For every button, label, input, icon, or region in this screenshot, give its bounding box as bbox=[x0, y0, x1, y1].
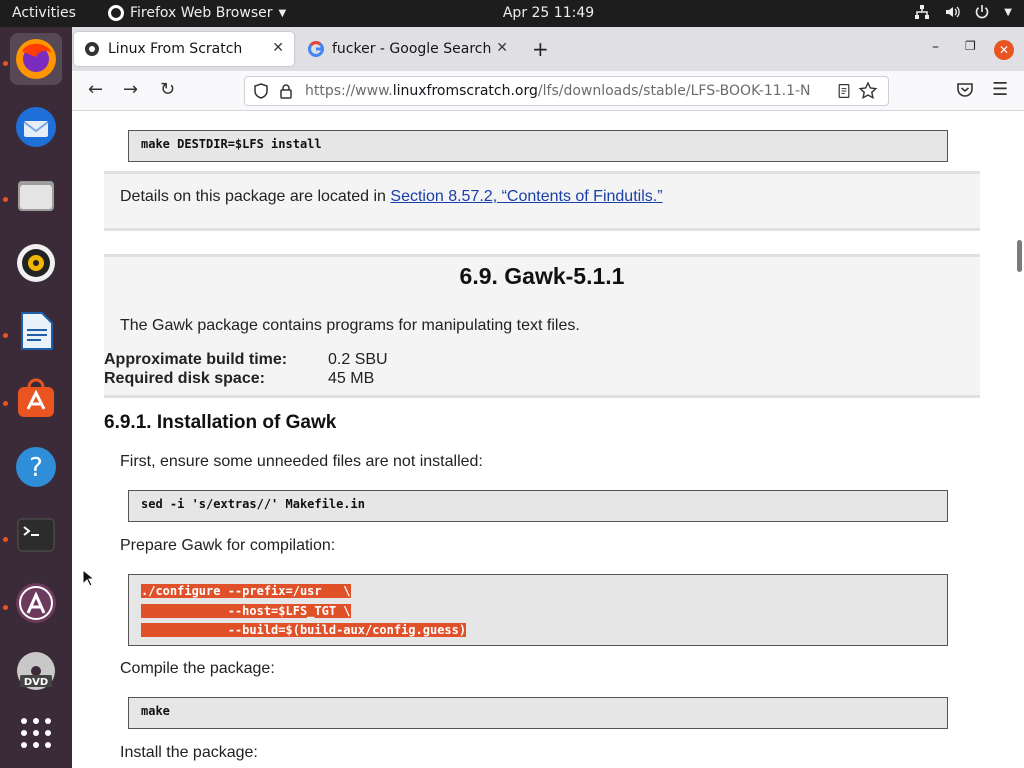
volume-icon bbox=[946, 6, 961, 18]
app-installer-icon bbox=[16, 583, 56, 623]
step-install: Install the package: bbox=[120, 744, 258, 761]
url-scheme: https://www. bbox=[305, 83, 393, 99]
svg-text:?: ? bbox=[29, 453, 43, 483]
files-icon bbox=[18, 181, 54, 211]
code-block-install: make DESTDIR=$LFS install bbox=[128, 130, 948, 162]
running-indicator bbox=[3, 401, 8, 406]
build-time-value: 0.2 SBU bbox=[328, 351, 388, 368]
back-button[interactable]: ← bbox=[88, 79, 103, 100]
running-indicator bbox=[3, 61, 8, 66]
maximize-button[interactable]: ❐ bbox=[965, 39, 976, 53]
dock-dvd[interactable]: DVD bbox=[10, 645, 62, 697]
menu-icon[interactable]: ☰ bbox=[992, 79, 1008, 100]
top-bar: Activities Firefox Web Browser ▼ Apr 25 … bbox=[0, 0, 1024, 27]
new-tab-button[interactable]: + bbox=[532, 37, 549, 61]
dock-software[interactable] bbox=[10, 373, 62, 425]
code-line: --build=$(build-aux/config.guess) bbox=[141, 623, 467, 637]
package-intro: The Gawk package contains programs for m… bbox=[120, 317, 580, 334]
dock: ? DVD bbox=[0, 27, 72, 768]
dock-app-installer[interactable] bbox=[10, 577, 62, 629]
close-icon[interactable]: ✕ bbox=[272, 40, 284, 56]
thunderbird-icon bbox=[16, 107, 56, 147]
close-icon[interactable]: ✕ bbox=[496, 40, 508, 56]
package-info-box: 6.9. Gawk-5.1.1 The Gawk package contain… bbox=[104, 254, 980, 398]
dock-rhythmbox[interactable] bbox=[10, 237, 62, 289]
code-text: make bbox=[141, 704, 170, 718]
section-title: 6.9. Gawk-5.1.1 bbox=[459, 263, 625, 289]
dock-firefox[interactable] bbox=[10, 33, 62, 85]
build-time-label: Approximate build time: bbox=[104, 351, 288, 368]
grid-icon bbox=[21, 718, 51, 748]
help-icon: ? bbox=[16, 447, 56, 487]
details-box: Details on this package are located in S… bbox=[104, 171, 980, 231]
minimize-button[interactable]: – bbox=[932, 39, 939, 55]
step-unneeded-files: First, ensure some unneeded files are no… bbox=[120, 453, 483, 470]
lock-icon bbox=[280, 84, 292, 99]
forward-button[interactable]: → bbox=[123, 79, 138, 100]
details-text: Details on this package are located in S… bbox=[120, 188, 663, 206]
mouse-pointer-icon bbox=[82, 569, 94, 587]
disk-space-row: Required disk space: 45 MB bbox=[104, 370, 374, 388]
page-content: make DESTDIR=$LFS install Details on thi… bbox=[72, 112, 1024, 768]
code-block-sed: sed -i 's/extras//' Makefile.in bbox=[128, 490, 948, 522]
dock-terminal[interactable] bbox=[10, 509, 62, 561]
firefox-window: Linux From Scratch ✕ fucker - Google Sea… bbox=[72, 27, 1024, 768]
pocket-icon[interactable] bbox=[956, 81, 974, 99]
show-apps-button[interactable] bbox=[10, 707, 62, 759]
firefox-icon bbox=[16, 39, 56, 79]
window-close-button[interactable]: ✕ bbox=[994, 40, 1014, 60]
code-text: make DESTDIR=$LFS install bbox=[141, 137, 322, 151]
tab-google-search[interactable]: fucker - Google Search ✕ bbox=[298, 32, 518, 66]
tab-title: fucker - Google Search bbox=[332, 41, 492, 57]
running-indicator bbox=[3, 197, 8, 202]
tracking-shield-icon bbox=[254, 83, 268, 99]
terminal-icon bbox=[17, 518, 55, 552]
lfs-favicon-icon bbox=[85, 42, 99, 56]
tab-title: Linux From Scratch bbox=[108, 41, 243, 57]
dock-files[interactable] bbox=[10, 169, 62, 221]
step-compile: Compile the package: bbox=[120, 660, 275, 677]
details-prefix: Details on this package are located in bbox=[120, 188, 391, 205]
dock-help[interactable]: ? bbox=[10, 441, 62, 493]
power-icon bbox=[976, 5, 989, 19]
system-tray[interactable]: ▼ bbox=[914, 4, 1012, 20]
svg-text:DVD: DVD bbox=[24, 677, 48, 688]
url-bar[interactable]: https://www. linuxfromscratch.org/lfs/dow… bbox=[244, 76, 889, 106]
running-indicator bbox=[3, 605, 8, 610]
disk-space-label: Required disk space: bbox=[104, 370, 265, 387]
software-store-icon bbox=[18, 378, 54, 417]
dock-thunderbird[interactable] bbox=[10, 101, 62, 153]
code-block-make: make bbox=[128, 697, 948, 729]
rhythmbox-icon bbox=[17, 244, 55, 282]
code-text: sed -i 's/extras//' Makefile.in bbox=[141, 497, 365, 511]
dvd-icon: DVD bbox=[17, 652, 55, 690]
bookmark-star-icon[interactable] bbox=[858, 81, 878, 101]
scrollbar-thumb[interactable] bbox=[1017, 240, 1022, 272]
chevron-down-icon: ▼ bbox=[1004, 6, 1012, 18]
build-time-row: Approximate build time: 0.2 SBU bbox=[104, 351, 388, 369]
code-line: ./configure --prefix=/usr \ bbox=[141, 584, 351, 598]
code-line: --host=$LFS_TGT \ bbox=[141, 603, 351, 618]
running-indicator bbox=[3, 333, 8, 338]
url-domain: linuxfromscratch.org bbox=[392, 83, 538, 99]
running-indicator bbox=[3, 537, 8, 542]
tab-bar: Linux From Scratch ✕ fucker - Google Sea… bbox=[72, 27, 1024, 71]
network-icon bbox=[915, 5, 930, 19]
code-block-configure: ./configure --prefix=/usr \ --host=$LFS_… bbox=[128, 574, 948, 646]
reader-view-icon[interactable] bbox=[832, 82, 852, 100]
nav-bar: ← → ↻ https://www. linuxfromscratch.org/l… bbox=[72, 71, 1024, 111]
tab-linux-from-scratch[interactable]: Linux From Scratch ✕ bbox=[74, 32, 294, 66]
url-path: /lfs/downloads/stable/LFS-BOOK-11.1-N bbox=[537, 83, 811, 99]
google-favicon-icon bbox=[308, 41, 324, 57]
clock[interactable]: Apr 25 11:49 bbox=[0, 5, 1024, 21]
reload-button[interactable]: ↻ bbox=[160, 79, 175, 100]
step-prepare: Prepare Gawk for compilation: bbox=[120, 537, 336, 554]
subsection-title: 6.9.1. Installation of Gawk bbox=[104, 412, 337, 433]
disk-space-value: 45 MB bbox=[328, 370, 375, 387]
dock-writer[interactable] bbox=[10, 305, 62, 357]
writer-icon bbox=[21, 312, 53, 350]
contents-of-findutils-link[interactable]: Section 8.57.2, “Contents of Findutils.” bbox=[390, 188, 662, 205]
